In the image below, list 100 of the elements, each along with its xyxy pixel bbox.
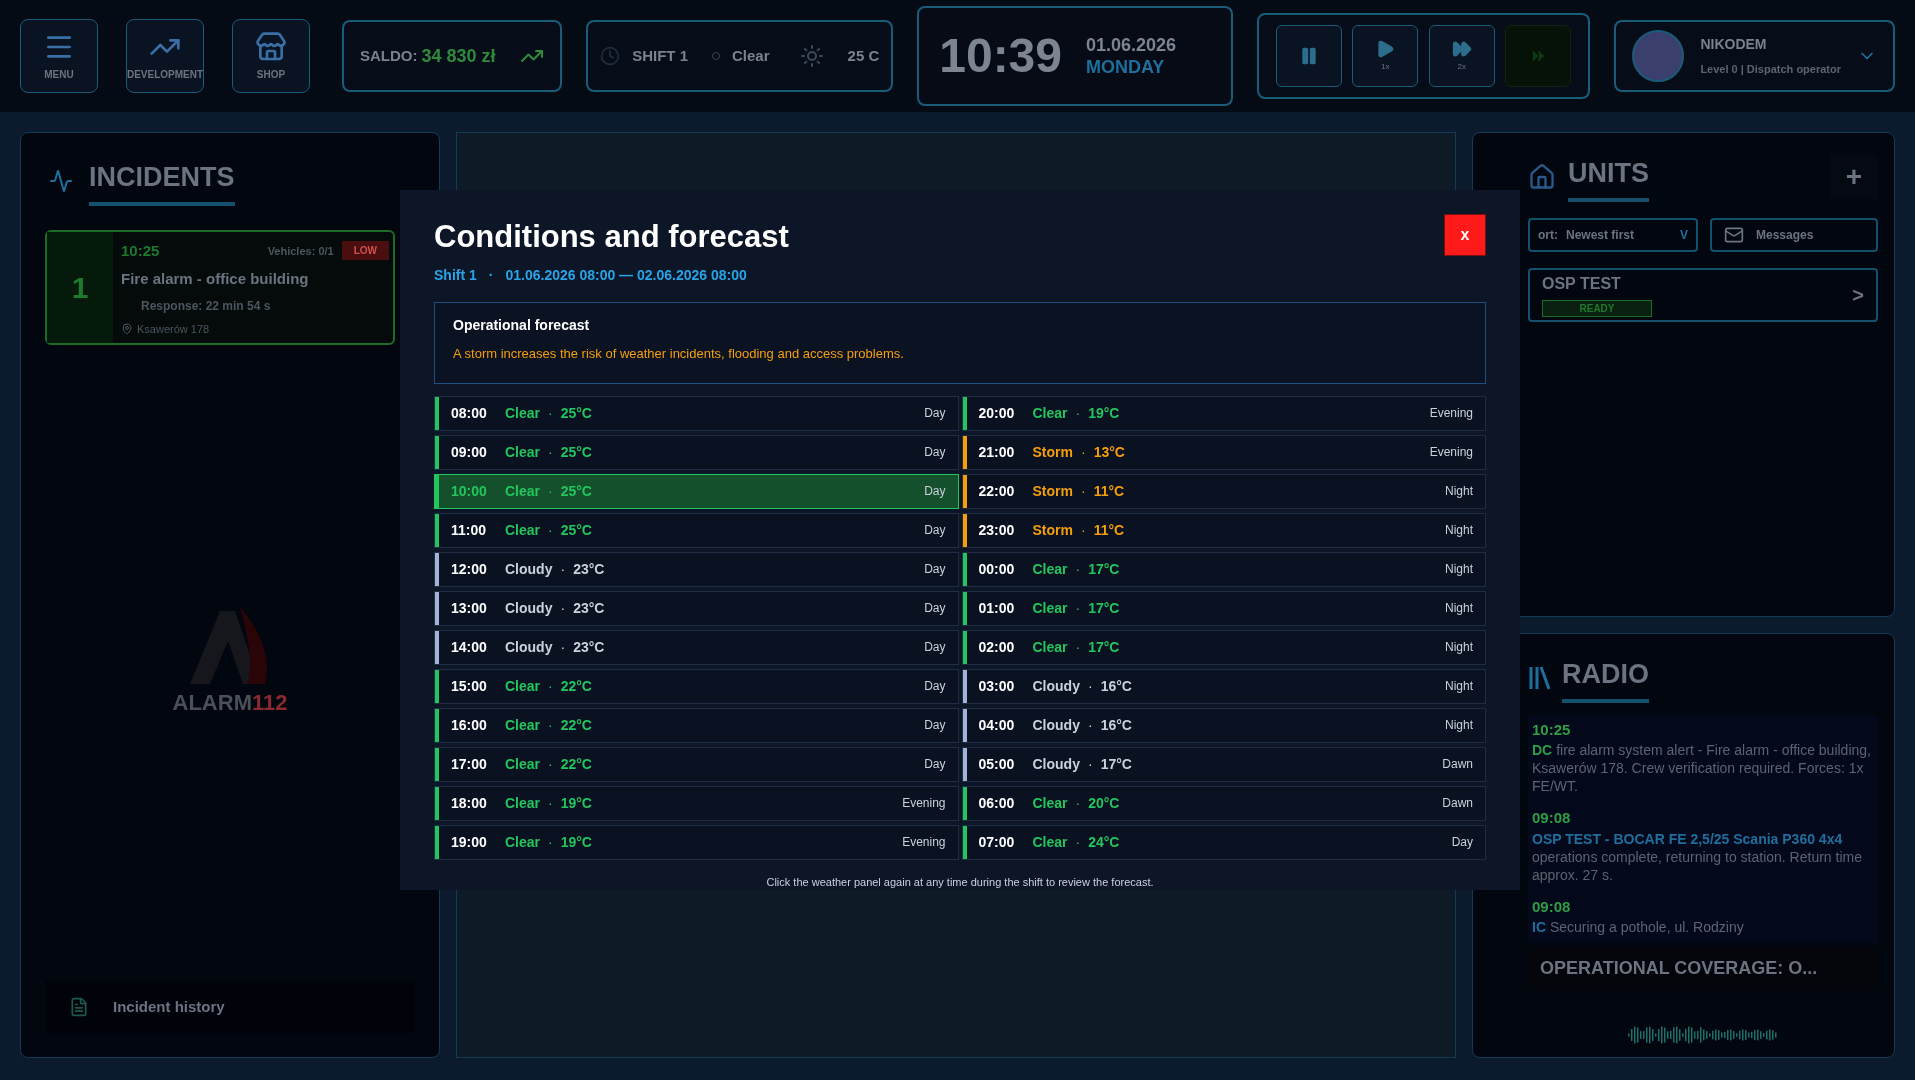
weather-condition: Storm xyxy=(1032,481,1073,501)
separator-dot: · xyxy=(560,598,566,618)
arrow-icon: > xyxy=(1852,279,1864,310)
temperature-label: 24°C xyxy=(1088,832,1120,852)
weather-condition: Clear xyxy=(505,403,541,423)
separator-dot: · xyxy=(548,520,553,540)
balance-panel[interactable]: SALDO: 34 830 zł xyxy=(342,20,563,92)
weather-bar xyxy=(435,669,439,703)
temperature-label: 20°C xyxy=(1088,793,1120,813)
shop-button[interactable]: SHOP xyxy=(232,19,310,93)
shift-label: SHIFT 1 xyxy=(632,45,688,66)
menu-button[interactable]: MENU xyxy=(20,19,98,93)
day-phase-label: Evening xyxy=(1429,444,1473,461)
hour-label: 22:00 xyxy=(978,481,1016,501)
sort-dropdown[interactable]: ort: Newest first V xyxy=(1528,217,1698,252)
panel-title: UNITS xyxy=(1568,153,1649,202)
temperature-label: 23°C xyxy=(573,637,605,657)
weather-condition: Storm xyxy=(1032,520,1073,540)
temperature-label: 25°C xyxy=(560,481,592,501)
weather-bar xyxy=(435,786,439,820)
radio-message: IC Securing a pothole, ul. Rodziny xyxy=(1532,918,1745,936)
weather-condition: Cloudy xyxy=(1032,754,1080,774)
coverage-label: OPERATIONAL COVERAGE: O... xyxy=(1528,946,1878,990)
separator-dot: · xyxy=(1087,715,1093,735)
play-button[interactable]: 1x xyxy=(1352,25,1419,87)
panel-title: RADIO xyxy=(1562,654,1649,703)
incident-time: 10:25 xyxy=(121,240,160,261)
hour-label: 16:00 xyxy=(451,715,488,735)
pause-button[interactable] xyxy=(1275,25,1342,87)
weather-bar xyxy=(435,747,439,781)
weather-condition: Clear xyxy=(1032,403,1068,423)
temperature-label: 16°C xyxy=(1100,676,1132,696)
day-phase-label: Dawn xyxy=(1442,756,1473,773)
unit-status-badge: READY xyxy=(1542,300,1652,317)
day-phase-label: Evening xyxy=(902,795,946,812)
day-phase-label: Night xyxy=(1445,522,1473,539)
message-time: 09:08 xyxy=(1532,896,1572,917)
temperature-label: 17°C xyxy=(1088,559,1120,579)
map-pin-icon xyxy=(121,322,133,335)
messages-button[interactable]: Messages xyxy=(1710,217,1878,252)
play-icon xyxy=(1375,39,1396,59)
close-button[interactable]: x xyxy=(1444,214,1486,256)
shift-weather-panel[interactable]: SHIFT 1 Clear 25 C xyxy=(586,20,894,92)
fast-forward-button[interactable]: 2x xyxy=(1428,25,1495,87)
temperature-label: 25°C xyxy=(560,403,592,423)
weather-bar xyxy=(962,552,967,586)
day-phase-label: Day xyxy=(924,522,946,539)
user-role: Level 0 | Dispatch operator xyxy=(1700,62,1841,78)
weather-bar xyxy=(962,747,967,781)
hour-label: 02:00 xyxy=(978,637,1016,657)
development-button[interactable]: DEVELOPMENT xyxy=(126,19,204,93)
hour-label: 18:00 xyxy=(451,793,488,813)
separator-dot: · xyxy=(548,403,553,423)
separator-dot: · xyxy=(1080,520,1086,540)
temperature-label: 19°C xyxy=(560,793,592,813)
separator-dot: · xyxy=(1087,754,1093,774)
weather-condition: Clear xyxy=(505,481,541,501)
incident-card[interactable]: 1 10:25 Vehicles: 0/1 LOW Fire alarm - office building Response: 22 min 54 s Ksawerów 178 xyxy=(45,229,395,345)
balance-value: 34 830 zł xyxy=(421,44,496,68)
weather-condition: Cloudy xyxy=(505,598,553,618)
day-phase-label: Day xyxy=(924,678,946,695)
weather-condition: Cloudy xyxy=(505,559,553,579)
temperature-label: 16°C xyxy=(1100,715,1132,735)
period-label: 01.06.2026 08:00 — 02.06.2026 08:00 xyxy=(505,265,747,285)
hour-label: 09:00 xyxy=(451,442,488,462)
balance-label: SALDO: xyxy=(360,45,418,66)
separator-dot: · xyxy=(1075,559,1081,579)
weather-bar xyxy=(962,591,967,625)
panel-title: INCIDENTS xyxy=(89,157,235,206)
unit-card[interactable]: OSP TEST READY > xyxy=(1528,267,1878,322)
hour-label: 00:00 xyxy=(978,559,1016,579)
weather-condition: Cloudy xyxy=(1032,715,1080,735)
summary-title: Operational forecast xyxy=(453,315,591,335)
add-unit-button[interactable]: + xyxy=(1830,155,1878,200)
temperature-label: 13°C xyxy=(1093,442,1125,462)
incident-title: Fire alarm - office building xyxy=(121,269,310,289)
weather-condition: Storm xyxy=(1032,442,1073,462)
dialog-note: Click the weather panel again at any time during the shift to review the forecast. xyxy=(766,874,1154,890)
sun-icon xyxy=(799,44,824,68)
weather-bar xyxy=(962,513,967,547)
hour-label: 06:00 xyxy=(978,793,1016,813)
user-panel[interactable]: NIKODEM Level 0 | Dispatch operator xyxy=(1614,20,1895,92)
weather-bar xyxy=(962,669,967,703)
weather-condition: Clear xyxy=(505,832,541,852)
weather-condition: Cloudy xyxy=(505,637,553,657)
day-phase-label: Night xyxy=(1445,561,1473,578)
hour-label: 20:00 xyxy=(978,403,1016,423)
day-phase-label: Night xyxy=(1445,483,1473,500)
weather-condition: Clear xyxy=(1032,559,1068,579)
day-phase-label: Evening xyxy=(1429,405,1473,422)
incident-history-button[interactable]: Incident history xyxy=(45,981,415,1033)
temperature-label: 22°C xyxy=(560,676,592,696)
hour-label: 23:00 xyxy=(978,520,1016,540)
temperature-label: 22°C xyxy=(560,754,592,774)
separator-dot: · xyxy=(1075,637,1081,657)
weather-bar xyxy=(962,630,967,664)
hour-label: 14:00 xyxy=(451,637,488,657)
weather-bar xyxy=(962,396,967,430)
summary-text: A storm increases the risk of weather incidents, flooding and access problems. xyxy=(453,344,905,363)
hour-label: 12:00 xyxy=(451,559,488,579)
